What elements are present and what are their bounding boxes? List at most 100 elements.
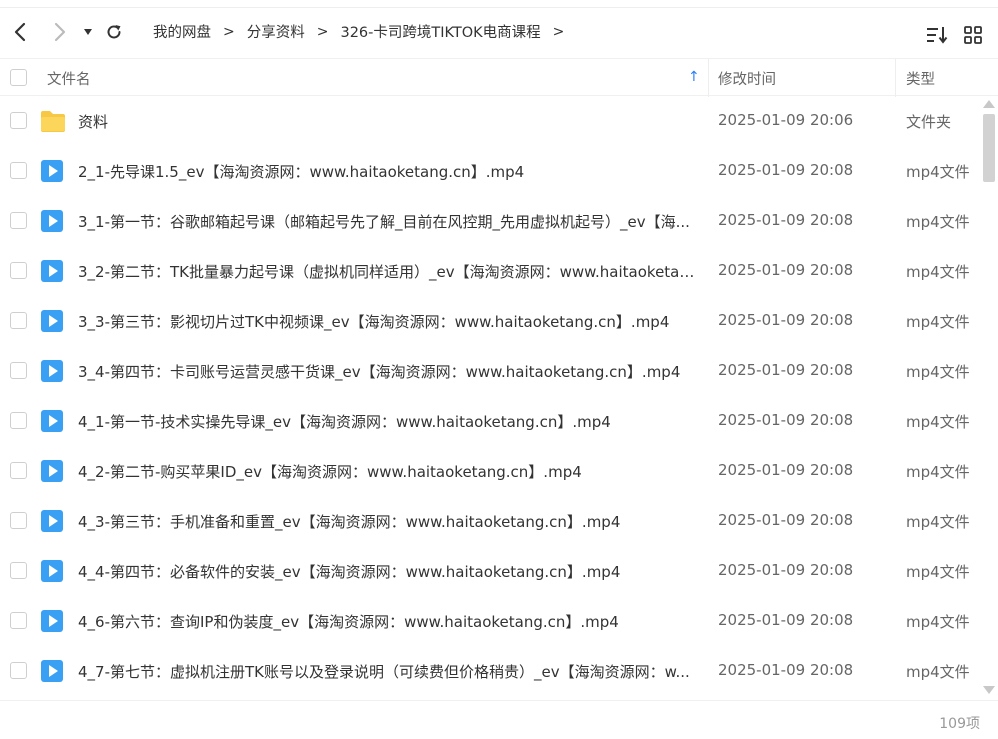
row-checkbox[interactable] (10, 612, 27, 629)
file-name[interactable]: 4_2-第二节-购买苹果ID_ev【海淘资源网：www.haitaoketang… (78, 461, 698, 482)
file-type: mp4文件 (906, 313, 970, 331)
file-row[interactable]: 2_1-先导课1.5_ev【海淘资源网：www.haitaoketang.cn】… (0, 146, 980, 196)
file-name[interactable]: 4_3-第三节：手机准备和重置_ev【海淘资源网：www.haitaoketan… (78, 511, 698, 532)
file-type: mp4文件 (906, 213, 970, 231)
refresh-icon (107, 25, 121, 39)
file-type: mp4文件 (906, 463, 970, 481)
breadcrumb-expand-icon[interactable]: > (553, 24, 565, 40)
file-row[interactable]: 4_6-第六节：查询IP和伪装度_ev【海淘资源网：www.haitaoketa… (0, 596, 980, 646)
row-checkbox[interactable] (10, 212, 27, 229)
back-button[interactable] (8, 20, 32, 44)
video-file-icon (40, 259, 65, 283)
item-count: 109项 (939, 716, 980, 732)
video-file-icon (40, 459, 65, 483)
file-modified-time: 2025-01-09 20:08 (718, 411, 854, 429)
toolbar: 我的网盘 > 分享资料 > 326-卡司跨境TIKTOK电商课程 > (0, 0, 998, 58)
video-file-icon (40, 309, 65, 333)
file-name[interactable]: 3_4-第四节：卡司账号运营灵感干货课_ev【海淘资源网：www.haitaok… (78, 361, 698, 382)
video-file-icon (40, 359, 65, 383)
file-row[interactable]: 3_4-第四节：卡司账号运营灵感干货课_ev【海淘资源网：www.haitaok… (0, 346, 980, 396)
file-type: mp4文件 (906, 513, 970, 531)
file-name[interactable]: 4_4-第四节：必备软件的安装_ev【海淘资源网：www.haitaoketan… (78, 561, 698, 582)
select-all-checkbox[interactable] (10, 69, 27, 86)
file-name[interactable]: 4_1-第一节-技术实操先导课_ev【海淘资源网：www.haitaoketan… (78, 411, 698, 432)
breadcrumb-item-current-folder[interactable]: 326-卡司跨境TIKTOK电商课程 (340, 21, 540, 42)
file-row[interactable]: 4_2-第二节-购买苹果ID_ev【海淘资源网：www.haitaoketang… (0, 446, 980, 496)
scroll-down-arrow-icon[interactable] (983, 686, 995, 694)
breadcrumb-item-my-drive[interactable]: 我的网盘 (153, 21, 211, 42)
row-checkbox[interactable] (10, 562, 27, 579)
column-header-name[interactable]: 文件名 (47, 68, 91, 89)
file-name[interactable]: 3_1-第一节：谷歌邮箱起号课（邮箱起号先了解_目前在风控期_先用虚拟机起号）_… (78, 211, 698, 232)
row-checkbox[interactable] (10, 162, 27, 179)
file-modified-time: 2025-01-09 20:06 (718, 111, 854, 129)
file-row[interactable]: 3_3-第三节：影视切片过TK中视频课_ev【海淘资源网：www.haitaok… (0, 296, 980, 346)
file-name[interactable]: 2_1-先导课1.5_ev【海淘资源网：www.haitaoketang.cn】… (78, 161, 698, 182)
file-row[interactable]: 4_3-第三节：手机准备和重置_ev【海淘资源网：www.haitaoketan… (0, 496, 980, 546)
column-divider[interactable] (895, 59, 896, 97)
row-checkbox[interactable] (10, 362, 27, 379)
breadcrumb-item-shared[interactable]: 分享资料 (247, 21, 305, 42)
file-modified-time: 2025-01-09 20:08 (718, 561, 854, 579)
file-row[interactable]: 资料 2025-01-09 20:06 文件夹 (0, 96, 980, 146)
row-checkbox[interactable] (10, 462, 27, 479)
row-checkbox[interactable] (10, 262, 27, 279)
grid-view-icon (964, 26, 982, 44)
sort-button[interactable] (926, 24, 948, 46)
history-dropdown-button[interactable] (76, 20, 100, 44)
file-name[interactable]: 4_7-第七节：虚拟机注册TK账号以及登录说明（可续费但价格稍贵）_ev【海淘资… (78, 661, 698, 682)
sort-list-icon (927, 27, 948, 44)
scrollbar-thumb[interactable] (983, 114, 995, 182)
status-bar: 109项 (0, 700, 998, 739)
file-name[interactable]: 资料 (78, 111, 698, 132)
vertical-scrollbar[interactable] (981, 98, 997, 698)
file-modified-time: 2025-01-09 20:08 (718, 261, 854, 279)
file-type: 文件夹 (906, 113, 952, 131)
file-modified-time: 2025-01-09 20:08 (718, 311, 854, 329)
file-row[interactable]: 4_4-第四节：必备软件的安装_ev【海淘资源网：www.haitaoketan… (0, 546, 980, 596)
file-row[interactable]: 4_1-第一节-技术实操先导课_ev【海淘资源网：www.haitaoketan… (0, 396, 980, 446)
file-name[interactable]: 3_2-第二节：TK批量暴力起号课（虚拟机同样适用）_ev【海淘资源网：www.… (78, 261, 698, 282)
video-file-icon (40, 609, 65, 633)
file-row[interactable]: 3_2-第二节：TK批量暴力起号课（虚拟机同样适用）_ev【海淘资源网：www.… (0, 246, 980, 296)
column-header-type[interactable]: 类型 (906, 68, 935, 89)
column-header-modified-time[interactable]: 修改时间 (718, 68, 776, 89)
file-type: mp4文件 (906, 563, 970, 581)
sort-ascending-icon[interactable]: ↑ (688, 69, 700, 85)
breadcrumb: 我的网盘 > 分享资料 > 326-卡司跨境TIKTOK电商课程 > (153, 21, 576, 42)
file-name[interactable]: 3_3-第三节：影视切片过TK中视频课_ev【海淘资源网：www.haitaok… (78, 311, 698, 332)
forward-button[interactable] (48, 20, 72, 44)
file-modified-time: 2025-01-09 20:08 (718, 361, 854, 379)
row-checkbox[interactable] (10, 412, 27, 429)
file-list: 资料 2025-01-09 20:06 文件夹 2_1-先导课1.5_ev【海淘资源网… (0, 96, 980, 700)
file-row[interactable]: 4_7-第七节：虚拟机注册TK账号以及登录说明（可续费但价格稍贵）_ev【海淘资… (0, 646, 980, 696)
video-file-icon (40, 409, 65, 433)
file-type: mp4文件 (906, 163, 970, 181)
video-file-icon (40, 509, 65, 533)
column-divider[interactable] (708, 59, 709, 97)
file-modified-time: 2025-01-09 20:08 (718, 161, 854, 179)
column-header: 文件名 ↑ 修改时间 类型 (0, 58, 998, 97)
video-file-icon (40, 159, 65, 183)
row-checkbox[interactable] (10, 312, 27, 329)
breadcrumb-separator-icon: > (316, 23, 329, 40)
video-file-icon (40, 209, 65, 233)
file-modified-time: 2025-01-09 20:08 (718, 461, 854, 479)
grid-view-button[interactable] (962, 24, 984, 46)
file-type: mp4文件 (906, 263, 970, 281)
file-modified-time: 2025-01-09 20:08 (718, 211, 854, 229)
file-type: mp4文件 (906, 363, 970, 381)
file-type: mp4文件 (906, 613, 970, 631)
caret-down-icon (84, 29, 92, 35)
file-row[interactable]: 3_1-第一节：谷歌邮箱起号课（邮箱起号先了解_目前在风控期_先用虚拟机起号）_… (0, 196, 980, 246)
chevron-left-icon (14, 22, 26, 42)
file-name[interactable]: 4_6-第六节：查询IP和伪装度_ev【海淘资源网：www.haitaoketa… (78, 611, 698, 632)
row-checkbox[interactable] (10, 112, 27, 129)
file-type: mp4文件 (906, 413, 970, 431)
refresh-button[interactable] (102, 20, 126, 44)
scroll-up-arrow-icon[interactable] (983, 100, 995, 108)
row-checkbox[interactable] (10, 662, 27, 679)
file-modified-time: 2025-01-09 20:08 (718, 611, 854, 629)
video-file-icon (40, 659, 65, 683)
row-checkbox[interactable] (10, 512, 27, 529)
